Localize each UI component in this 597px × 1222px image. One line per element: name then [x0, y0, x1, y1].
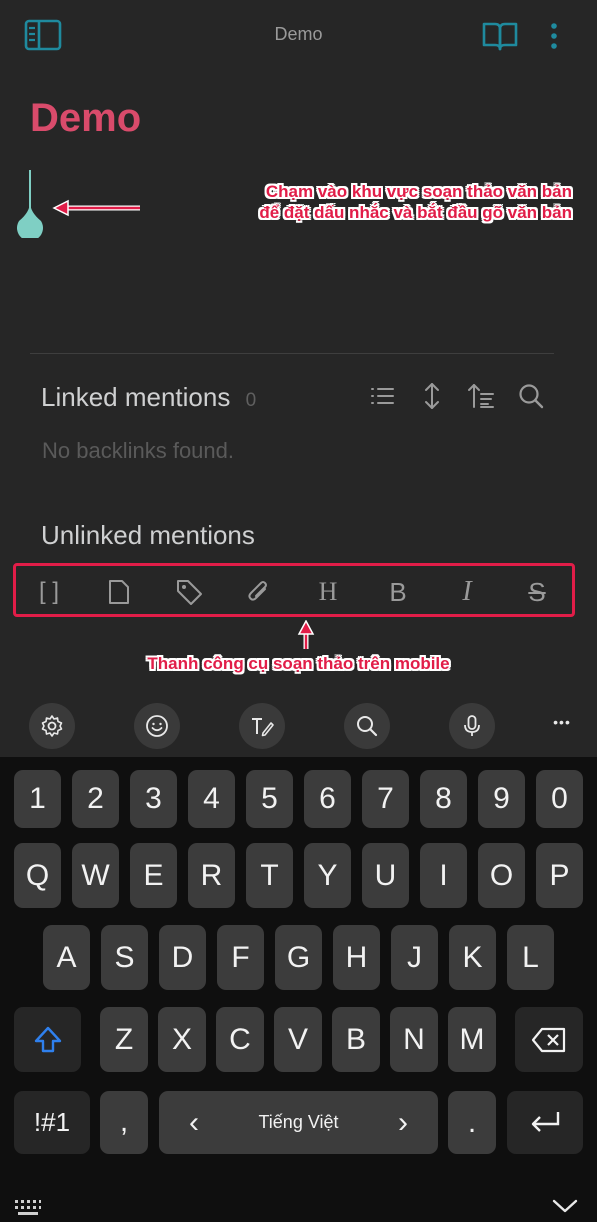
keyboard-suggestion-bar [0, 695, 597, 757]
period-key[interactable]: . [448, 1091, 496, 1154]
key-r[interactable]: R [188, 843, 235, 908]
hide-keyboard-icon[interactable] [551, 1198, 579, 1214]
top-bar: Demo [0, 0, 597, 70]
cursor-annotation-line2: để đặt dấu nhắc và bắt đầu gõ văn bản [259, 203, 572, 222]
key-s[interactable]: S [101, 925, 148, 990]
enter-icon [531, 1111, 560, 1132]
shift-icon [34, 1026, 61, 1052]
linked-mentions-count: 0 [245, 390, 257, 411]
backspace-icon [531, 1027, 566, 1052]
heading-icon[interactable]: H [310, 574, 346, 610]
italic-icon[interactable]: I [449, 574, 485, 610]
key-9[interactable]: 9 [478, 770, 525, 828]
key-c[interactable]: C [216, 1007, 264, 1072]
more-horizontal-icon[interactable]: ••• [540, 714, 584, 738]
key-w[interactable]: W [72, 843, 119, 908]
key-e[interactable]: E [130, 843, 177, 908]
key-l[interactable]: L [507, 925, 554, 990]
key-z[interactable]: Z [100, 1007, 148, 1072]
comma-key[interactable]: , [100, 1091, 148, 1154]
key-4[interactable]: 4 [188, 770, 235, 828]
key-q[interactable]: Q [14, 843, 61, 908]
shift-key[interactable] [14, 1007, 81, 1072]
key-7[interactable]: 7 [362, 770, 409, 828]
key-h[interactable]: H [333, 925, 380, 990]
annotation-arrow-up-icon [297, 620, 315, 649]
keyboard-search-icon[interactable] [344, 703, 390, 749]
key-y[interactable]: Y [304, 843, 351, 908]
key-n[interactable]: N [390, 1007, 438, 1072]
handwriting-icon[interactable] [239, 703, 285, 749]
space-key-label: Tiếng Việt [258, 1112, 339, 1132]
settings-icon[interactable] [29, 703, 75, 749]
no-backlinks-text: No backlinks found. [42, 438, 234, 463]
key-v[interactable]: V [274, 1007, 322, 1072]
note-title[interactable]: Demo [30, 96, 141, 141]
keyboard-switch-icon[interactable] [14, 1198, 42, 1216]
symbols-key[interactable]: !#1 [14, 1091, 90, 1154]
key-f[interactable]: F [217, 925, 264, 990]
annotation-arrow-icon [52, 199, 140, 217]
bold-icon[interactable]: B [380, 574, 416, 610]
space-key[interactable]: ‹ Tiếng Việt › [159, 1091, 438, 1154]
key-1[interactable]: 1 [14, 770, 61, 828]
linked-mentions-label: Linked mentions [41, 382, 231, 412]
key-3[interactable]: 3 [130, 770, 177, 828]
key-5[interactable]: 5 [246, 770, 293, 828]
wikilink-icon[interactable]: [ ] [31, 574, 67, 610]
enter-key[interactable] [507, 1091, 583, 1154]
space-left-arrow-icon: ‹ [189, 1105, 199, 1139]
list-icon[interactable] [369, 383, 395, 409]
cursor-annotation-line1: Chạm vào khu vực soạn thảo văn bản [265, 182, 572, 201]
backspace-key[interactable] [515, 1007, 583, 1072]
key-u[interactable]: U [362, 843, 409, 908]
key-t[interactable]: T [246, 843, 293, 908]
key-6[interactable]: 6 [304, 770, 351, 828]
expand-vertical-icon[interactable] [421, 381, 443, 411]
key-0[interactable]: 0 [536, 770, 583, 828]
key-g[interactable]: G [275, 925, 322, 990]
sort-icon[interactable] [467, 382, 495, 410]
cursor-handle-icon[interactable] [15, 202, 45, 238]
key-b[interactable]: B [332, 1007, 380, 1072]
key-k[interactable]: K [449, 925, 496, 990]
key-d[interactable]: D [159, 925, 206, 990]
linked-mentions-title[interactable]: Linked mentions 0 [41, 382, 256, 413]
key-i[interactable]: I [420, 843, 467, 908]
cursor-annotation: Chạm vào khu vực soạn thảo văn bản để đặ… [148, 182, 572, 223]
toolbar-annotation: Thanh công cụ soạn thảo trên mobile [147, 654, 450, 673]
space-right-arrow-icon: › [398, 1105, 408, 1139]
unlinked-mentions-title[interactable]: Unlinked mentions [41, 520, 255, 551]
key-a[interactable]: A [43, 925, 90, 990]
divider [30, 353, 554, 354]
more-vertical-icon[interactable] [548, 22, 560, 50]
key-x[interactable]: X [158, 1007, 206, 1072]
search-icon[interactable] [517, 382, 545, 410]
key-m[interactable]: M [448, 1007, 496, 1072]
emoji-icon[interactable] [134, 703, 180, 749]
key-o[interactable]: O [478, 843, 525, 908]
microphone-icon[interactable] [449, 703, 495, 749]
tag-icon[interactable] [171, 574, 207, 610]
attachment-icon[interactable] [241, 574, 277, 610]
key-p[interactable]: P [536, 843, 583, 908]
key-j[interactable]: J [391, 925, 438, 990]
key-2[interactable]: 2 [72, 770, 119, 828]
strikethrough-icon[interactable]: S [519, 574, 555, 610]
toolbar-highlight-box [13, 563, 575, 617]
file-icon[interactable] [101, 574, 137, 610]
key-8[interactable]: 8 [420, 770, 467, 828]
reading-view-icon[interactable] [481, 20, 519, 52]
